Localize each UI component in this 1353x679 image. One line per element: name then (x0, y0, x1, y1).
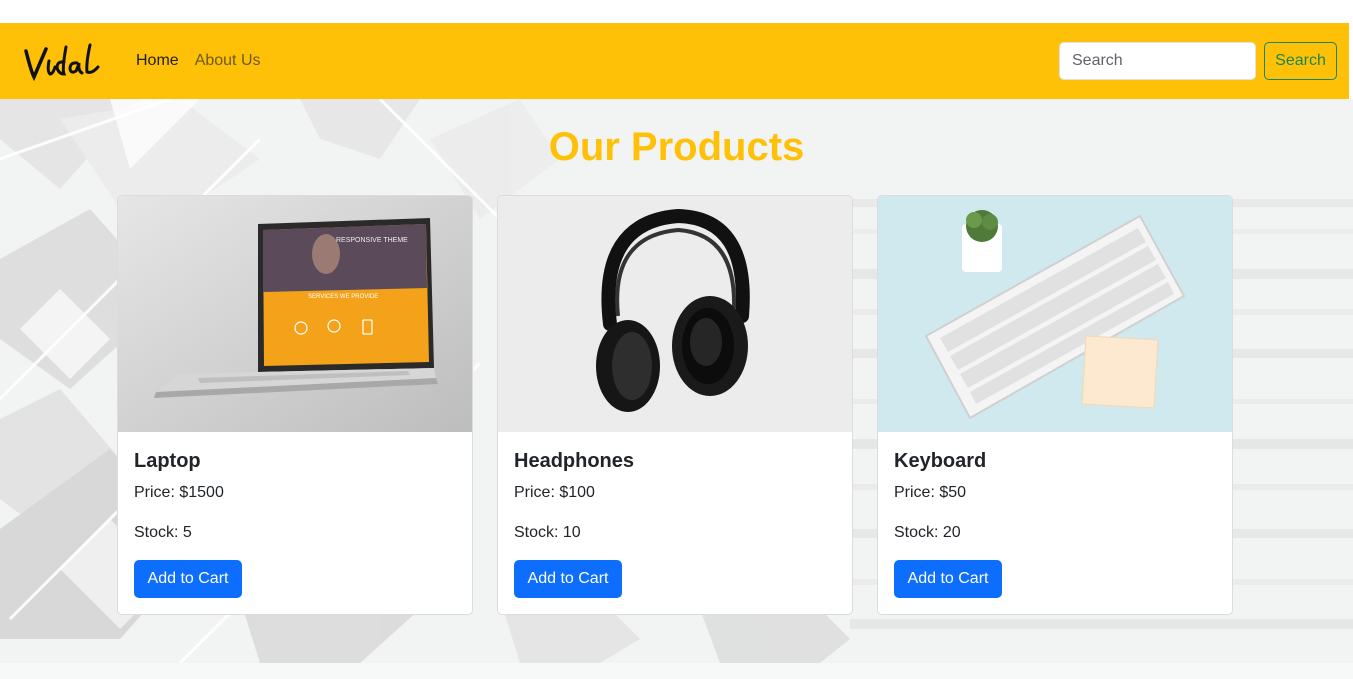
add-to-cart-button[interactable]: Add to Cart (134, 560, 242, 598)
search-button[interactable]: Search (1264, 42, 1337, 80)
product-image-laptop: RESPONSIVE THEME SERVICES WE PROVIDE (118, 196, 472, 432)
nav-links: Home About Us (136, 52, 261, 70)
navbar: Home About Us Search (0, 23, 1349, 99)
product-name: Laptop (134, 450, 201, 472)
product-image-keyboard (878, 196, 1232, 432)
search-input[interactable] (1059, 42, 1256, 80)
nav-about-link[interactable]: About Us (195, 52, 261, 70)
product-price: Price: $50 (894, 484, 967, 501)
product-price: Price: $100 (514, 484, 595, 501)
headphones-image (498, 196, 852, 432)
product-image-headphones (498, 196, 852, 432)
add-to-cart-button[interactable]: Add to Cart (894, 560, 1002, 598)
laptop-screen-heading: RESPONSIVE THEME (336, 237, 408, 244)
footer-strip (0, 663, 1353, 679)
product-price: Price: $1500 (134, 484, 224, 501)
page-title: Our Products (548, 125, 805, 169)
products-section: Our Products RESPONSIVE THEME SERVICES W… (0, 99, 1353, 663)
laptop-screen-section: SERVICES WE PROVIDE (308, 294, 378, 300)
product-name: Keyboard (894, 450, 987, 472)
top-margin (0, 0, 1353, 23)
product-card-headphones: Headphones Price: $100 Stock: 10 Add to … (497, 195, 853, 615)
nav-home-link[interactable]: Home (136, 52, 179, 70)
add-to-cart-button[interactable]: Add to Cart (514, 560, 622, 598)
product-stock: Stock: 5 (134, 524, 192, 541)
product-stock: Stock: 20 (894, 524, 961, 541)
product-stock: Stock: 10 (514, 524, 581, 541)
brand-logo[interactable] (22, 41, 102, 83)
keyboard-image (878, 196, 1232, 432)
product-card-keyboard: Keyboard Price: $50 Stock: 20 Add to Car… (877, 195, 1233, 615)
product-card-laptop: RESPONSIVE THEME SERVICES WE PROVIDE Lap… (117, 195, 473, 615)
laptop-image: RESPONSIVE THEME SERVICES WE PROVIDE (118, 196, 472, 432)
product-name: Headphones (514, 450, 635, 472)
